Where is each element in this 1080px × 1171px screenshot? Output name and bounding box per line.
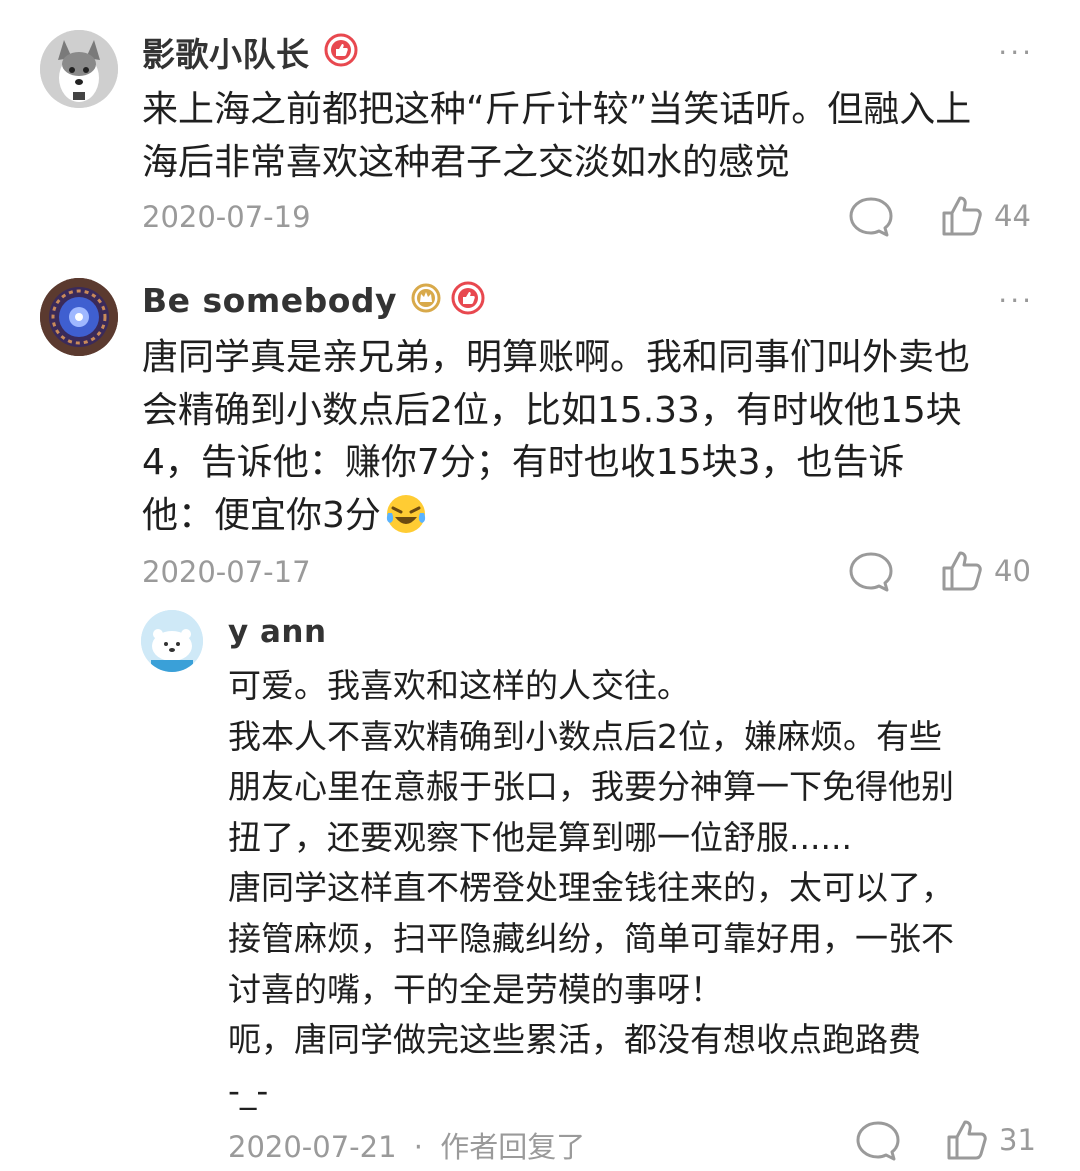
mandala-avatar-icon <box>40 278 118 356</box>
reply-button[interactable] <box>855 1120 901 1162</box>
comment-date: 2020-07-19 <box>142 200 311 234</box>
author-replied-label: 作者回复了 <box>440 1130 586 1164</box>
avatar[interactable] <box>141 610 203 672</box>
comment-text-content: 唐同学真是亲兄弟，明算账啊。我和同事们叫外卖也 会精确到小数点后2位，比如15.… <box>142 337 971 536</box>
comment-bubble-icon <box>856 1121 900 1161</box>
more-options-button[interactable]: ··· <box>998 36 1034 69</box>
reply-button[interactable] <box>848 196 894 238</box>
comment-text: 来上海之前都把这种“斤斤计较”当笑话听。但融入上 海后非常喜欢这种君子之交淡如水… <box>142 89 972 183</box>
comment-2: Be somebody ··· 唐同学真是亲兄弟，明算账啊。我和同事们叫外卖也 … <box>0 260 1080 600</box>
more-options-button[interactable]: ··· <box>998 284 1034 317</box>
reply-meta: 2020-07-21 · 作者回复了 <box>228 1124 585 1166</box>
thumbs-up-icon <box>942 196 982 236</box>
meta-separator: · <box>413 1130 423 1164</box>
comment-date: 2020-07-17 <box>142 555 311 589</box>
reply: y ann 可爱。我喜欢和这样的人交往。 我本人不喜欢精确到小数点后2位，嫌麻烦… <box>0 600 1080 1171</box>
avatar[interactable] <box>40 30 118 108</box>
polar-bear-avatar-icon <box>141 610 203 672</box>
reply-author[interactable]: y ann <box>228 614 327 650</box>
comment-author[interactable]: Be somebody <box>142 281 397 320</box>
like-count: 31 <box>999 1123 1036 1157</box>
reply-text: 可爱。我喜欢和这样的人交往。 我本人不喜欢精确到小数点后2位，嫌麻烦。有些 朋友… <box>228 666 954 1110</box>
like-button[interactable]: 44 <box>940 194 1031 238</box>
like-button[interactable]: 40 <box>940 549 1031 593</box>
like-count: 40 <box>994 554 1031 588</box>
comment-bubble-icon <box>849 197 893 237</box>
husky-avatar-icon <box>40 30 118 108</box>
thumbs-up-badge-icon <box>324 33 358 71</box>
reply-date: 2020-07-21 <box>228 1130 397 1164</box>
crown-badge-icon <box>411 283 441 317</box>
thumbs-up-badge-icon <box>451 281 485 319</box>
thumbs-up-icon <box>942 551 982 591</box>
reply-button[interactable] <box>848 551 894 593</box>
comment-bubble-icon <box>849 552 893 592</box>
avatar[interactable] <box>40 278 118 356</box>
comment-text: 唐同学真是亲兄弟，明算账啊。我和同事们叫外卖也 会精确到小数点后2位，比如15.… <box>142 332 1052 550</box>
comment-author[interactable]: 影歌小队长 <box>142 28 310 76</box>
laughing-crying-emoji-icon <box>385 493 427 551</box>
like-button[interactable]: 31 <box>945 1118 1036 1162</box>
comment-1: 影歌小队长 ··· 来上海之前都把这种“斤斤计较”当笑话听。但融入上 海后非常喜… <box>0 0 1080 260</box>
like-count: 44 <box>994 199 1031 233</box>
thumbs-up-icon <box>947 1120 987 1160</box>
